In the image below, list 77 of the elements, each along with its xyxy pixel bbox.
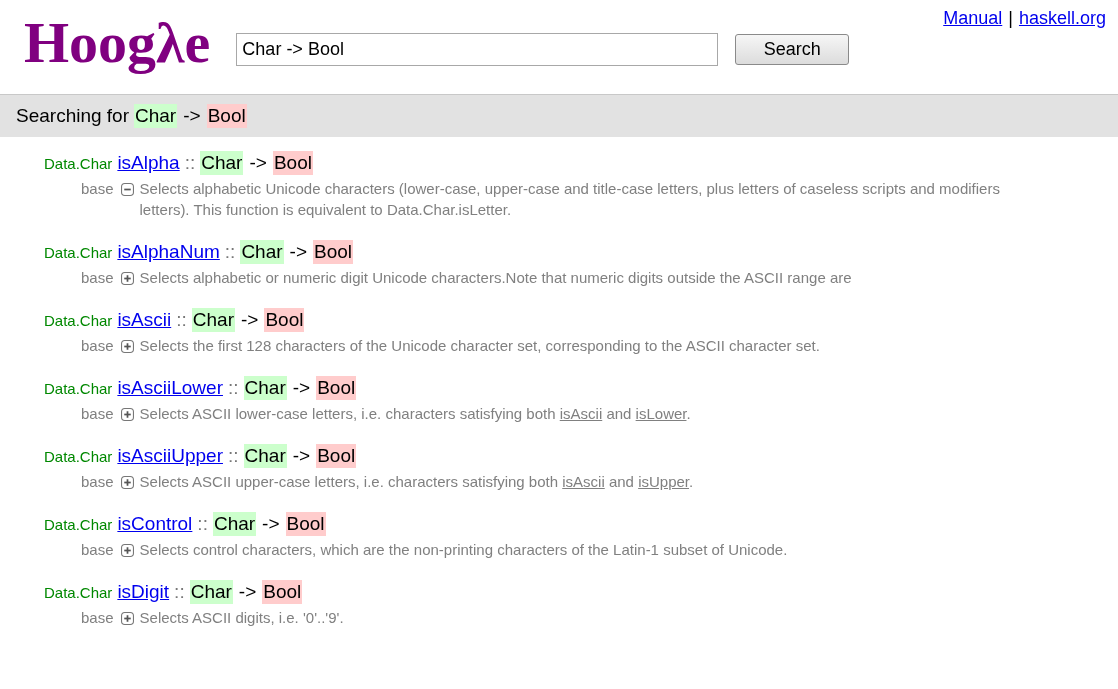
expand-icon[interactable] [120,340,134,353]
collapse-icon[interactable] [120,183,134,196]
arrow-text: -> [291,444,312,468]
expand-icon[interactable] [120,544,134,557]
package-name: base [81,473,114,490]
link-separator: | [1008,8,1013,29]
module-name: Data.Char [44,312,113,329]
function-link[interactable]: isAsciiLower [117,377,223,399]
type-separator: :: [197,513,208,535]
function-description: Selects the first 128 characters of the Unicode character set, corresponding to the ASCII character set. [139,336,820,356]
argument-type: Char [240,240,284,264]
searching-for-label: Searching for [16,105,129,127]
arrow-text: -> [239,308,260,332]
description-link[interactable]: isAscii [559,405,603,422]
type-separator: :: [227,377,239,399]
header-link[interactable]: haskell.org [1018,8,1106,29]
search-field[interactable]: Char -> Bool [236,33,719,66]
result-type: Bool [206,104,247,128]
module-name: Data.Char [44,380,113,397]
function-link[interactable]: isAlphaNum [117,241,220,263]
arrow-text: -> [248,151,268,175]
function-link[interactable]: isAlpha [117,152,180,174]
package-name: base [81,541,114,558]
description-link[interactable]: isUpper [638,473,689,490]
argument-type: Char [189,580,233,604]
package-name: base [81,269,114,286]
argument-type: Char [134,104,178,128]
expand-icon[interactable] [120,476,134,489]
result-type: Bool [272,151,313,175]
arrow-text: -> [261,512,281,536]
package-name: base [81,180,114,197]
result-type: Bool [313,240,354,264]
argument-type: Char [191,308,235,332]
function-description: Selects ASCII digits, i.e. '0'..'9'. [139,608,344,628]
function-link[interactable]: isDigit [117,581,170,603]
type-separator: :: [174,581,185,603]
description-link[interactable]: isAscii [562,473,605,490]
module-name: Data.Char [44,244,113,261]
expand-icon[interactable] [120,612,134,625]
package-name: base [81,405,114,422]
arrow-text: -> [237,580,258,604]
result-type: Bool [316,376,357,400]
function-link[interactable]: isAsciiUpper [117,445,223,467]
function-link[interactable]: isControl [117,513,193,535]
arrow-text: -> [288,240,308,264]
arrow-text: -> [182,104,202,128]
type-separator: :: [184,152,196,174]
type-separator: :: [176,309,187,331]
module-name: Data.Char [44,584,113,601]
description-link[interactable]: isLower [635,405,687,422]
function-description: Selects control characters, which are the non-printing characters of the Latin-1 subset of Unicode. [139,540,788,560]
package-name: base [81,337,114,354]
result-type: Bool [264,308,305,332]
package-name: base [81,609,114,626]
arrow-text: -> [291,376,312,400]
argument-type: Char [212,512,257,536]
expand-icon[interactable] [120,408,134,421]
result-type: Bool [262,580,303,604]
result-type: Bool [285,512,326,536]
hoogle-logo[interactable]: Hoogλe [24,12,211,74]
header-link[interactable]: Manual [943,8,1003,29]
expand-icon[interactable] [120,272,134,285]
argument-type: Char [243,444,287,468]
type-separator: :: [227,445,239,467]
search-button[interactable]: Search [735,34,850,65]
function-description: Selects ASCII upper-case letters, i.e. characters satisfying both isAscii and isUpper. [139,472,694,492]
module-name: Data.Char [44,516,113,533]
argument-type: Char [200,151,244,175]
function-description: Selects alphabetic Unicode characters (lower-case, upper-case and title-case letters, plus letters of caseless scripts and modifiers letters). This function is equivalent to Data.Char.isLetter. [139,179,1001,220]
module-name: Data.Char [44,155,113,172]
module-name: Data.Char [44,448,113,465]
function-link[interactable]: isAscii [117,309,172,331]
result-type: Bool [316,444,357,468]
function-description: Selects alphabetic or numeric digit Unicode characters.Note that numeric digits outside the ASCII range are [139,268,852,288]
function-description: Selects ASCII lower-case letters, i.e. characters satisfying both isAscii and isLower. [139,404,691,424]
argument-type: Char [243,376,287,400]
type-separator: :: [224,241,236,263]
